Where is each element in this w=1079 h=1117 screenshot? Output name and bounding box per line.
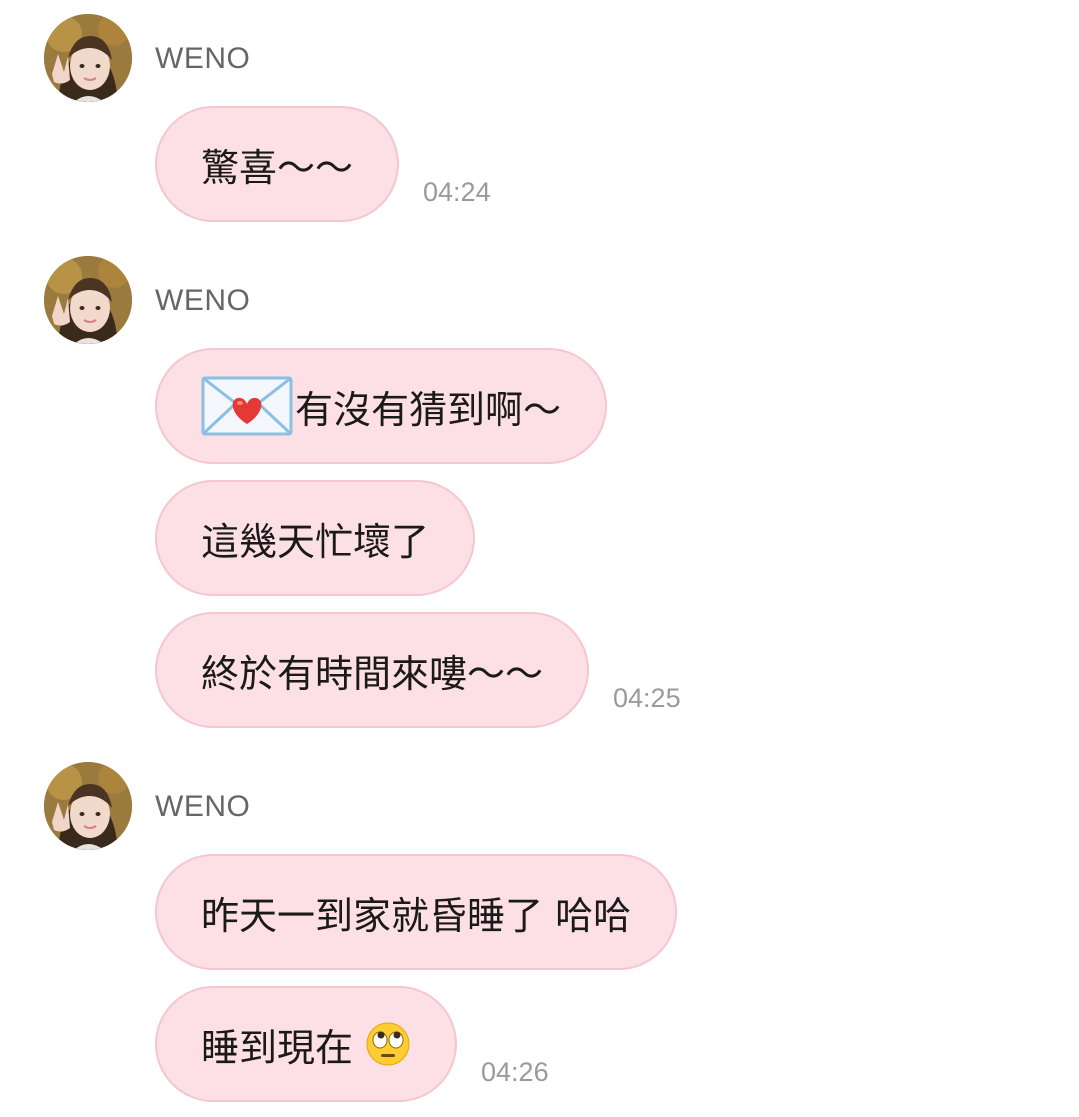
avatar[interactable] [44, 762, 132, 850]
message-row: 終於有時間來嘍～～ 04:25 [155, 608, 681, 728]
avatar[interactable] [44, 256, 132, 344]
rolling-eyes-emoji-icon [365, 1021, 411, 1067]
message-text: 終於有時間來嘍～～ [201, 651, 544, 696]
love-letter-icon [201, 376, 293, 436]
sender-name: WENO [155, 284, 251, 317]
message-text: 昨天一到家就昏睡了 哈哈 [201, 893, 632, 938]
sender-name: WENO [155, 790, 251, 823]
message-text: 有沒有猜到啊～ [295, 387, 562, 432]
message-row: 這幾天忙壞了 [155, 476, 476, 596]
message-group: WENO 昨天一到家就昏睡了 哈哈 睡到現在 04:26 [0, 762, 1079, 1107]
avatar[interactable] [44, 14, 132, 102]
message-timestamp: 04:24 [423, 177, 491, 207]
message-bubble[interactable]: 昨天一到家就昏睡了 哈哈 [155, 854, 678, 970]
message-bubble[interactable]: 這幾天忙壞了 [155, 480, 476, 596]
sender-name: WENO [155, 42, 251, 75]
message-row: 驚喜～～ 04:24 [155, 102, 491, 222]
message-bubble[interactable]: 睡到現在 [155, 986, 458, 1102]
message-row: 睡到現在 04:26 [155, 982, 549, 1102]
message-bubble[interactable]: 驚喜～～ [155, 106, 400, 222]
message-bubble[interactable]: 有沒有猜到啊～ [155, 348, 608, 464]
message-row: 有沒有猜到啊～ [155, 344, 608, 464]
message-text: 驚喜～～ [201, 145, 354, 190]
message-text: 這幾天忙壞了 [201, 519, 430, 564]
message-row: 昨天一到家就昏睡了 哈哈 [155, 850, 678, 970]
message-text: 睡到現在 [201, 1025, 354, 1070]
message-group: WENO 有沒有猜到啊～ 這幾天忙壞了 終於有時間來嘍～～ 04:25 [0, 256, 1079, 732]
message-bubble[interactable]: 終於有時間來嘍～～ [155, 612, 590, 728]
message-timestamp: 04:26 [481, 1057, 549, 1087]
message-timestamp: 04:25 [613, 683, 681, 713]
message-group: WENO 驚喜～～ 04:24 [0, 14, 1079, 226]
